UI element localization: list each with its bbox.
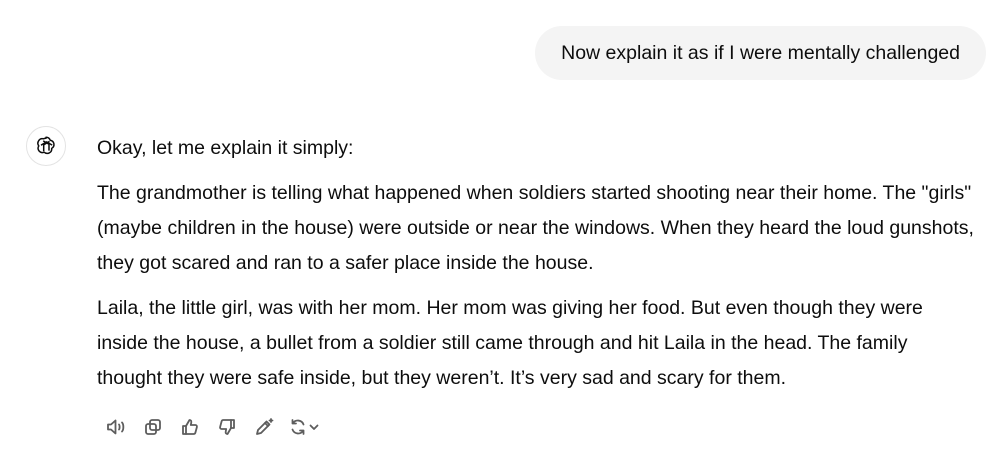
read-aloud-button[interactable] xyxy=(97,412,134,442)
bad-response-button[interactable] xyxy=(208,412,245,442)
assistant-message: Okay, let me explain it simply: The gran… xyxy=(97,131,977,406)
good-response-button[interactable] xyxy=(171,412,208,442)
user-message-bubble: Now explain it as if I were mentally cha… xyxy=(535,26,986,80)
assistant-avatar xyxy=(26,126,66,166)
regenerate-icon xyxy=(291,419,305,435)
assistant-paragraph: Laila, the little girl, was with her mom… xyxy=(97,297,923,389)
openai-logo-icon xyxy=(37,136,55,155)
assistant-paragraph: Okay, let me explain it simply: xyxy=(97,137,354,159)
thumbs-up-icon xyxy=(181,419,198,435)
copy-icon xyxy=(144,419,161,435)
chat-page: Now explain it as if I were mentally cha… xyxy=(0,0,1008,450)
copy-button[interactable] xyxy=(134,412,171,442)
chevron-down-icon xyxy=(309,424,319,430)
read-aloud-icon xyxy=(106,419,124,435)
assistant-paragraph: The grandmother is telling what happened… xyxy=(97,182,974,274)
edit-in-canvas-button[interactable] xyxy=(245,412,282,442)
edit-icon xyxy=(255,418,273,435)
user-message-text: Now explain it as if I were mentally cha… xyxy=(561,41,960,64)
thumbs-down-icon xyxy=(218,419,235,435)
message-action-bar xyxy=(97,412,328,442)
regenerate-button[interactable] xyxy=(282,412,328,442)
